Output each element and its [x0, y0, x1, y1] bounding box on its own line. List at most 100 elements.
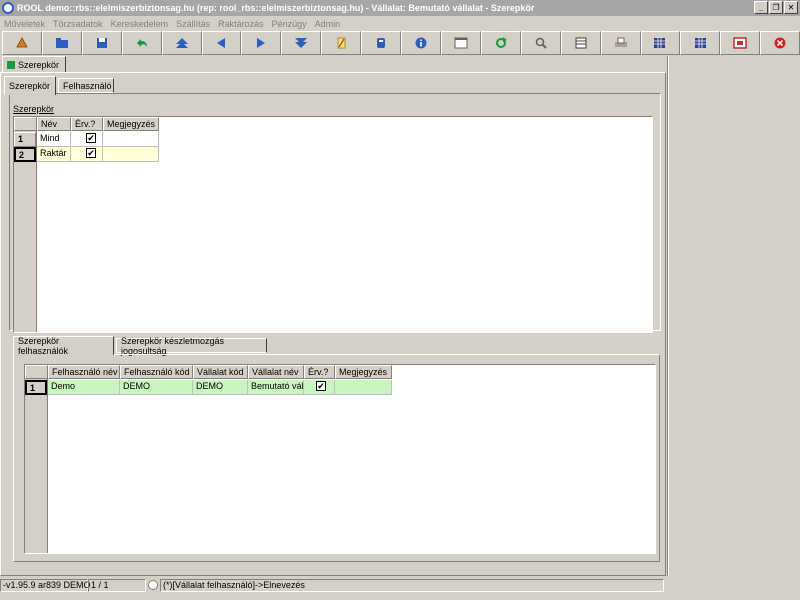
- tab-szerepkor-window[interactable]: Szerepkör: [2, 56, 66, 73]
- new-button[interactable]: [2, 31, 42, 55]
- tab-szerepkor-window-label: Szerepkör: [18, 60, 60, 70]
- menu-muveletek[interactable]: Műveletek: [4, 19, 45, 29]
- valid-checkbox[interactable]: ✔: [86, 133, 96, 143]
- info-button[interactable]: [401, 31, 441, 55]
- role-valid-cell[interactable]: ✔: [71, 147, 103, 162]
- menu-bar: Műveletek Törzsadatok Kereskedelem Száll…: [0, 16, 800, 31]
- splitter[interactable]: [667, 56, 669, 576]
- user-name-cell[interactable]: Demo: [48, 380, 120, 395]
- form-view-icon: [454, 37, 468, 49]
- user-valid-cell[interactable]: ✔: [304, 380, 335, 395]
- export-grid-icon: [654, 38, 666, 48]
- tab-felhasznalo-label: Felhasználó: [63, 80, 112, 91]
- open-button[interactable]: [41, 31, 82, 55]
- version-label: -v1.95.9 ar839 DEMO: [0, 578, 91, 592]
- search-icon: [535, 37, 547, 49]
- user-note-cell[interactable]: [335, 380, 392, 395]
- role-note-cell[interactable]: [103, 132, 159, 147]
- export-grid-button[interactable]: [640, 31, 681, 55]
- grid-corner: [25, 365, 48, 379]
- company-code-cell[interactable]: DEMO: [193, 380, 248, 395]
- list-icon: [575, 37, 587, 49]
- last-record-button[interactable]: [281, 31, 322, 55]
- import-grid-button[interactable]: [680, 31, 721, 55]
- role-note-cell[interactable]: [103, 147, 159, 162]
- main-panel: Szerepkör Felhasználó Szerepkör Név Érv.…: [0, 72, 666, 576]
- tab-szerepkor-felhasznalok-label: Szerepkör felhasználók: [18, 336, 69, 356]
- filter-radio[interactable]: [148, 580, 158, 590]
- undo-icon: [136, 39, 147, 47]
- tab-szerepkor-felhasznalok[interactable]: Szerepkör felhasználók: [13, 336, 114, 356]
- szerepkor-group: Szerepkör Név Érv.? Megjegyzés 1 Mind ✔ …: [9, 93, 661, 333]
- first-record-icon: [175, 38, 188, 48]
- menu-raktarozas[interactable]: Raktározás: [218, 19, 264, 29]
- users-grid: Felhasználó név Felhasználó kód Vállalat…: [24, 364, 656, 554]
- print-button[interactable]: [600, 31, 641, 55]
- app-icon: [2, 2, 14, 14]
- column-header-vallalat-nev[interactable]: Vállalat név: [248, 365, 304, 379]
- undo-button[interactable]: [121, 31, 162, 55]
- valid-checkbox[interactable]: ✔: [316, 381, 326, 391]
- tab-keszletmozgas-jogosultsag[interactable]: Szerepkör készletmozgás jogosultság: [116, 335, 267, 356]
- import-grid-icon: [695, 38, 707, 48]
- previous-record-button[interactable]: [201, 31, 242, 55]
- row-number[interactable]: 1: [25, 380, 47, 395]
- role-name-cell[interactable]: Raktár: [37, 147, 71, 162]
- window-title: ROOL demo::rbs::elelmiszerbiztonsag.hu (…: [17, 3, 535, 13]
- role-valid-cell[interactable]: ✔: [71, 132, 103, 147]
- valid-checkbox[interactable]: ✔: [86, 148, 96, 158]
- menu-szallitas[interactable]: Szállítás: [176, 19, 210, 29]
- close-button[interactable]: ✕: [784, 1, 798, 14]
- user-code-cell[interactable]: DEMO: [120, 380, 193, 395]
- new-icon: [16, 37, 28, 48]
- sort-hint: (*)[Vállalat felhasználó]->Elnevezés: [160, 578, 664, 592]
- column-header-erv[interactable]: Érv.?: [71, 117, 103, 131]
- row-number[interactable]: 1: [14, 132, 36, 147]
- tab-keszletmozgas-jogosultsag-label: Szerepkör készletmozgás jogosultság: [121, 335, 225, 356]
- copy-button[interactable]: [361, 31, 402, 55]
- role-name-cell[interactable]: Mind: [37, 132, 71, 147]
- status-bar: -v1.95.9 ar839 DEMO 1 / 1 (*)[Vállalat f…: [0, 578, 666, 592]
- next-record-icon: [257, 38, 266, 48]
- column-header-megjegyzes[interactable]: Megjegyzés: [335, 365, 392, 379]
- tab-felhasznalo[interactable]: Felhasználó: [58, 78, 114, 93]
- record-position: 1 / 1: [88, 578, 146, 592]
- minimize-button[interactable]: _: [754, 1, 768, 14]
- window-button[interactable]: [720, 31, 761, 55]
- tab-szerepkor[interactable]: Szerepkör: [4, 76, 56, 95]
- toolbar: [0, 31, 800, 56]
- szerepkor-group-label: Szerepkör: [13, 104, 55, 114]
- search-button[interactable]: [520, 31, 561, 55]
- list-button[interactable]: [560, 31, 601, 55]
- print-icon: [614, 37, 627, 47]
- refresh-icon: [495, 37, 507, 48]
- column-header-felhasznalo-nev[interactable]: Felhasználó név: [48, 365, 120, 379]
- edit-button[interactable]: [321, 31, 362, 55]
- exit-icon: [774, 37, 786, 49]
- menu-admin[interactable]: Admin: [315, 19, 341, 29]
- menu-kereskedelem[interactable]: Kereskedelem: [111, 19, 169, 29]
- row-number[interactable]: 2: [14, 147, 36, 162]
- window-icon: [733, 37, 748, 49]
- form-view-button[interactable]: [440, 31, 481, 55]
- company-name-cell[interactable]: Bemutató váll: [248, 380, 304, 395]
- exit-button[interactable]: [760, 31, 800, 55]
- grid-corner: [14, 117, 37, 131]
- column-header-erv[interactable]: Érv.?: [304, 365, 335, 379]
- column-header-vallalat-kod[interactable]: Vállalat kód: [193, 365, 248, 379]
- menu-penzugy[interactable]: Pénzügy: [272, 19, 307, 29]
- info-icon: [415, 37, 427, 49]
- edit-icon: [337, 37, 346, 49]
- column-header-nev[interactable]: Név: [37, 117, 71, 131]
- refresh-button[interactable]: [480, 31, 521, 55]
- column-header-megjegyzes[interactable]: Megjegyzés: [103, 117, 159, 131]
- menu-torzsadatok[interactable]: Törzsadatok: [53, 19, 103, 29]
- open-icon: [55, 38, 68, 48]
- next-record-button[interactable]: [241, 31, 282, 55]
- last-record-icon: [295, 38, 308, 48]
- tab-szerepkor-label: Szerepkör: [9, 81, 51, 91]
- first-record-button[interactable]: [161, 31, 202, 55]
- restore-button[interactable]: ❐: [769, 1, 783, 14]
- column-header-felhasznalo-kod[interactable]: Felhasználó kód: [120, 365, 193, 379]
- save-button[interactable]: [81, 31, 122, 55]
